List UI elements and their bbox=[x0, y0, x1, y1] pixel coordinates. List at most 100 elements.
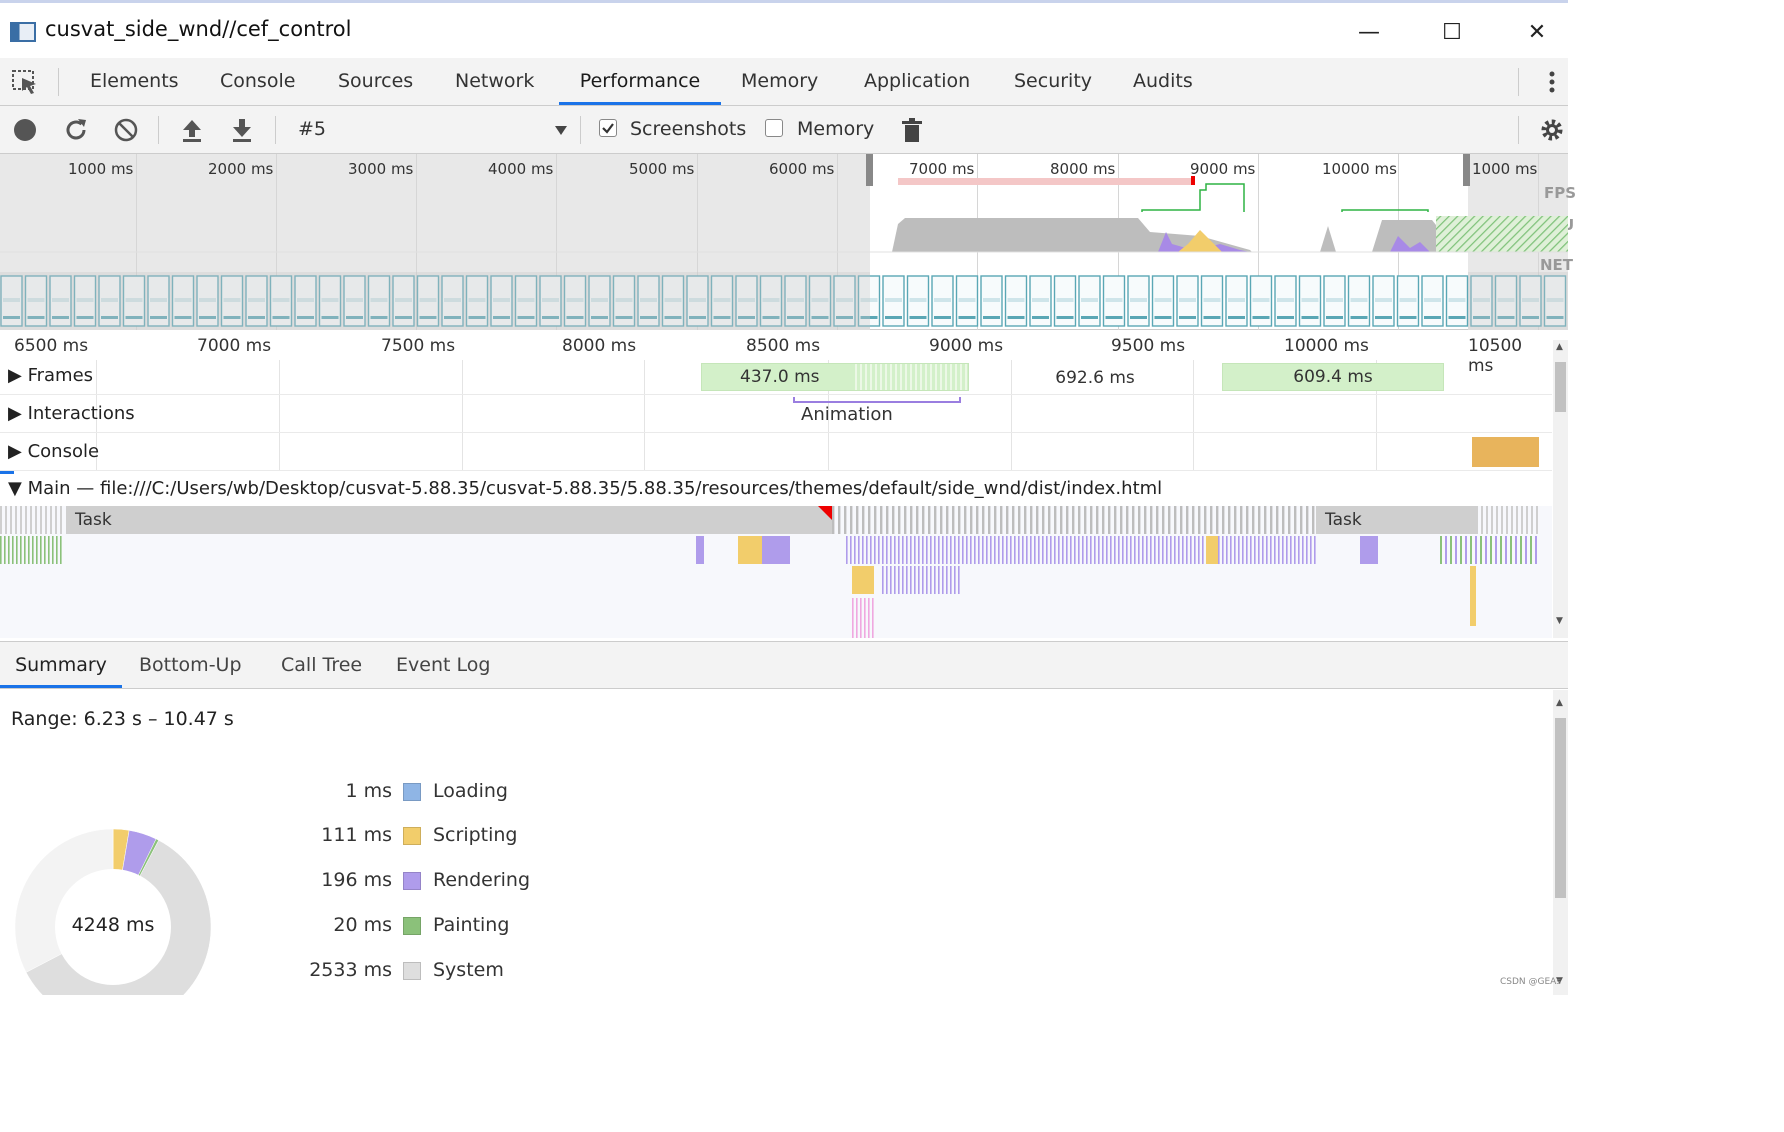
ruler-tick: 8000 ms bbox=[562, 336, 637, 356]
legend-value: 1 ms bbox=[345, 780, 392, 802]
summary-legend: 1 ms Loading 111 ms Scripting 196 ms Ren… bbox=[0, 780, 700, 1003]
selection-marker bbox=[0, 471, 14, 474]
legend-name: System bbox=[433, 959, 504, 981]
legend-value: 20 ms bbox=[333, 914, 392, 936]
collapse-arrow-icon: ▼ bbox=[8, 478, 28, 499]
app-icon bbox=[10, 22, 36, 42]
close-button[interactable]: ✕ bbox=[1512, 13, 1562, 53]
animation-bracket bbox=[793, 397, 961, 403]
scrollbar-thumb[interactable] bbox=[1555, 718, 1566, 898]
legend-row-rendering: 196 ms Rendering bbox=[0, 869, 700, 914]
scrollbar-thumb[interactable] bbox=[1555, 362, 1566, 412]
scroll-down-icon[interactable]: ▼ bbox=[1556, 616, 1563, 626]
timeline-overview[interactable]: 1000 ms 2000 ms 3000 ms 4000 ms 5000 ms … bbox=[0, 154, 1576, 330]
chevron-down-icon[interactable] bbox=[554, 124, 568, 136]
memory-checkbox[interactable] bbox=[765, 119, 783, 137]
reload-icon[interactable] bbox=[62, 116, 90, 144]
main-flame-chart[interactable]: Task Task bbox=[0, 506, 1552, 638]
task-label[interactable]: Task bbox=[1325, 510, 1362, 530]
frame-block[interactable]: 609.4 ms bbox=[1222, 363, 1444, 391]
upload-icon[interactable] bbox=[178, 116, 206, 144]
tab-application[interactable]: Application bbox=[864, 58, 970, 105]
tab-performance[interactable]: Performance bbox=[559, 58, 721, 105]
legend-row-scripting: 111 ms Scripting bbox=[0, 824, 700, 869]
screenshots-checkbox[interactable] bbox=[599, 119, 617, 137]
ruler-tick: 7000 ms bbox=[197, 336, 272, 356]
frames-label: Frames bbox=[27, 365, 94, 386]
maximize-button[interactable]: ☐ bbox=[1427, 13, 1477, 53]
expand-arrow-icon: ▶ bbox=[8, 403, 28, 424]
recording-select[interactable]: #5 bbox=[298, 118, 326, 140]
main-track-label[interactable]: ▼ Main — file:///C:/Users/wb/Desktop/cus… bbox=[8, 478, 1162, 499]
tab-sources[interactable]: Sources bbox=[338, 58, 413, 105]
legend-value: 2533 ms bbox=[309, 959, 392, 981]
separator bbox=[1518, 116, 1519, 144]
ruler-tick: 8500 ms bbox=[746, 336, 821, 356]
separator bbox=[158, 116, 159, 144]
inspect-element-icon[interactable] bbox=[10, 68, 40, 96]
console-track[interactable]: ▶ Console bbox=[0, 433, 1552, 471]
frame-block[interactable]: 692.6 ms bbox=[1020, 368, 1170, 388]
legend-value: 111 ms bbox=[321, 824, 392, 846]
tab-console[interactable]: Console bbox=[220, 58, 295, 105]
trash-icon[interactable] bbox=[898, 116, 926, 144]
interactions-track[interactable]: ▶ Interactions Animation bbox=[0, 395, 1552, 433]
details-tab-bar: Summary Bottom-Up Call Tree Event Log bbox=[0, 641, 1568, 689]
separator bbox=[1518, 68, 1519, 96]
tab-elements[interactable]: Elements bbox=[90, 58, 179, 105]
expand-arrow-icon: ▶ bbox=[8, 441, 28, 462]
expand-arrow-icon: ▶ bbox=[8, 365, 28, 386]
console-label: Console bbox=[27, 441, 100, 462]
console-time-block[interactable] bbox=[1472, 437, 1539, 467]
tab-memory[interactable]: Memory bbox=[741, 58, 818, 105]
animation-label[interactable]: Animation bbox=[801, 404, 893, 425]
ruler-tick: 6500 ms bbox=[14, 336, 89, 356]
tab-call-tree[interactable]: Call Tree bbox=[281, 642, 362, 688]
tab-event-log[interactable]: Event Log bbox=[396, 642, 490, 688]
legend-swatch bbox=[403, 827, 421, 845]
minimize-button[interactable]: — bbox=[1344, 13, 1394, 53]
legend-name: Rendering bbox=[433, 869, 531, 891]
summary-range: Range: 6.23 s – 10.47 s bbox=[11, 708, 234, 730]
timeline-scrollbar[interactable]: ▲ ▼ bbox=[1553, 340, 1568, 638]
legend-swatch bbox=[403, 962, 421, 980]
tab-network[interactable]: Network bbox=[455, 58, 534, 105]
ruler-tick: 7500 ms bbox=[381, 336, 456, 356]
main-track-header[interactable]: ▼ Main — file:///C:/Users/wb/Desktop/cus… bbox=[0, 471, 1552, 506]
legend-row-loading: 1 ms Loading bbox=[0, 780, 700, 824]
clear-icon[interactable] bbox=[112, 116, 140, 144]
checkmark-icon bbox=[602, 123, 614, 134]
frames-track-label[interactable]: ▶ Frames bbox=[8, 365, 93, 386]
tab-bottom-up[interactable]: Bottom-Up bbox=[139, 642, 242, 688]
frame-block[interactable]: 437.0 ms bbox=[701, 363, 969, 391]
devtools-tab-bar: Elements Console Sources Network Perform… bbox=[0, 58, 1568, 106]
tab-summary[interactable]: Summary bbox=[0, 642, 122, 688]
summary-scrollbar[interactable]: ▲ ▼ bbox=[1553, 690, 1568, 995]
overview-graphs bbox=[0, 176, 1568, 330]
memory-label: Memory bbox=[797, 118, 875, 140]
tab-security[interactable]: Security bbox=[1014, 58, 1092, 105]
legend-swatch bbox=[403, 872, 421, 890]
legend-row-system: 2533 ms System bbox=[0, 959, 700, 1003]
frames-track[interactable]: ▶ Frames 437.0 ms 692.6 ms 609.4 ms bbox=[0, 360, 1552, 395]
legend-row-painting: 20 ms Painting bbox=[0, 914, 700, 959]
separator bbox=[58, 68, 59, 96]
legend-name: Loading bbox=[433, 780, 508, 802]
performance-toolbar: #5 Screenshots Memory bbox=[0, 106, 1568, 154]
legend-name: Scripting bbox=[433, 824, 518, 846]
watermark: CSDN @GEAs bbox=[1500, 977, 1562, 987]
ruler-tick: 9000 ms bbox=[929, 336, 1004, 356]
timeline-ruler: 6500 ms 7000 ms 7500 ms 8000 ms 8500 ms … bbox=[0, 330, 1552, 376]
console-track-label[interactable]: ▶ Console bbox=[8, 441, 99, 462]
more-options-icon[interactable] bbox=[1542, 68, 1562, 96]
main-thread-url: Main — file:///C:/Users/wb/Desktop/cusva… bbox=[27, 478, 1163, 499]
gear-icon[interactable] bbox=[1538, 116, 1566, 144]
legend-value: 196 ms bbox=[321, 869, 392, 891]
tab-audits[interactable]: Audits bbox=[1133, 58, 1193, 105]
scroll-up-icon[interactable]: ▲ bbox=[1556, 342, 1563, 352]
download-icon[interactable] bbox=[228, 116, 256, 144]
task-label[interactable]: Task bbox=[75, 510, 112, 530]
record-icon[interactable] bbox=[11, 116, 39, 144]
scroll-up-icon[interactable]: ▲ bbox=[1556, 698, 1563, 708]
interactions-track-label[interactable]: ▶ Interactions bbox=[8, 403, 135, 424]
